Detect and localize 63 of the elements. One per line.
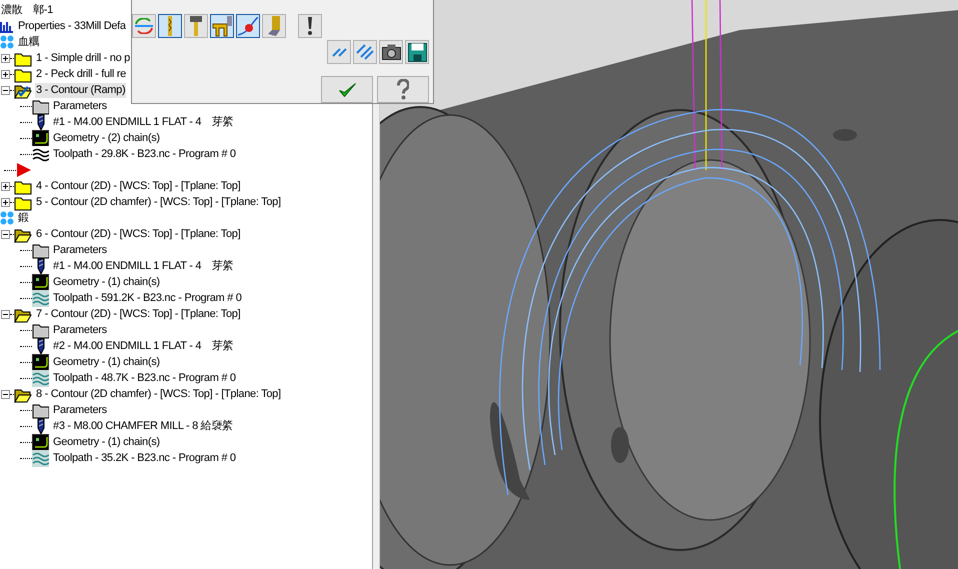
hatch-icon	[356, 44, 374, 60]
block-icon	[268, 16, 280, 36]
tree-item[interactable]: Toolpath - 29.8K - B23.nc - Program # 0	[52, 146, 237, 162]
tree-item[interactable]: Parameters	[52, 98, 108, 114]
collapse-toggle[interactable]	[1, 230, 10, 238]
drill-bit-icon	[167, 15, 173, 37]
tree-item[interactable]: Properties - 33Mill Defa	[17, 18, 127, 34]
expand-toggle[interactable]	[1, 198, 10, 206]
toggle-button[interactable]	[184, 14, 208, 38]
group-icon	[0, 211, 14, 225]
hatch-icon	[332, 48, 346, 56]
collapse-toggle[interactable]	[1, 86, 10, 94]
tree-item[interactable]: Geometry - (1) chain(s)	[52, 434, 161, 450]
toggle-button[interactable]	[210, 14, 234, 38]
toggle-button[interactable]	[236, 14, 260, 38]
tree-item[interactable]: 4 - Contour (2D) - [WCS: Top] - [Tplane: Top]	[35, 178, 242, 194]
tree-item[interactable]: Geometry - (1) chain(s)	[52, 274, 161, 290]
tree-item[interactable]: Toolpath - 35.2K - B23.nc - Program # 0	[52, 450, 237, 466]
collapse-toggle[interactable]	[1, 390, 10, 398]
help-icon	[397, 79, 409, 100]
tree-item[interactable]: 8 - Contour (2D chamfer) - [WCS: Top] - [Tplane: Top]	[35, 386, 282, 402]
tree-item[interactable]: 血糲	[17, 34, 40, 50]
tree-item[interactable]: Toolpath - 48.7K - B23.nc - Program # 0	[52, 370, 237, 386]
checkmark-icon	[338, 82, 356, 96]
tree-item[interactable]: Geometry - (1) chain(s)	[52, 354, 161, 370]
tree-header-text: 濃散 鄣-1	[0, 2, 54, 18]
tree-item[interactable]: Parameters	[52, 322, 108, 338]
tree-item[interactable]: Toolpath - 591.2K - B23.nc - Program # 0	[52, 290, 243, 306]
camera-icon	[382, 44, 400, 60]
toggle-button[interactable]	[262, 14, 286, 38]
tree-item[interactable]: 鍛	[17, 210, 30, 226]
collapse-toggle[interactable]	[1, 310, 10, 318]
toolbar-button[interactable]	[405, 40, 429, 64]
help-button[interactable]	[377, 76, 429, 103]
toggle-button[interactable]	[158, 14, 182, 38]
group-icon	[0, 35, 14, 49]
ok-button[interactable]	[321, 76, 373, 103]
tree-item[interactable]: Parameters	[52, 242, 108, 258]
tree-item[interactable]: 2 - Peck drill - full re	[35, 66, 127, 82]
tree-item[interactable]: #1 - M4.00 ENDMILL 1 FLAT - 4 芽綮	[52, 258, 234, 274]
expand-toggle[interactable]	[1, 182, 10, 190]
expand-toggle[interactable]	[1, 70, 10, 78]
point-on-curve-icon	[238, 16, 258, 36]
toolbar-button[interactable]	[379, 40, 403, 64]
insert-arrow-icon	[16, 162, 32, 178]
tree-item[interactable]: 7 - Contour (2D) - [WCS: Top] - [Tplane: Top]	[35, 306, 242, 322]
tree-item[interactable]: 5 - Contour (2D chamfer) - [WCS: Top] - [Tplane: Top]	[35, 194, 282, 210]
clamp-icon	[212, 15, 232, 37]
tree-item[interactable]: #2 - M4.00 ENDMILL 1 FLAT - 4 芽綮	[52, 338, 234, 354]
toggle-button[interactable]	[132, 14, 156, 38]
tree-item[interactable]: Geometry - (2) chain(s)	[52, 130, 161, 146]
tree-item[interactable]: #3 - M8.00 CHAMFER MILL - 8 給褏綮	[52, 418, 234, 434]
expand-toggle[interactable]	[1, 54, 10, 62]
tool-holder-icon	[190, 16, 202, 36]
save-icon	[408, 42, 426, 62]
tree-item[interactable]: #1 - M4.00 ENDMILL 1 FLAT - 4 芽綮	[52, 114, 234, 130]
refresh-icon	[134, 18, 154, 34]
tree-item[interactable]: Parameters	[52, 402, 108, 418]
tree-item[interactable]: 1 - Simple drill - no p	[35, 50, 131, 66]
exclamation-icon	[308, 17, 312, 35]
toggle-button[interactable]	[298, 14, 322, 38]
tree-item[interactable]: 3 - Contour (Ramp)	[35, 82, 126, 98]
tree-item[interactable]: 6 - Contour (2D) - [WCS: Top] - [Tplane: Top]	[35, 226, 242, 242]
